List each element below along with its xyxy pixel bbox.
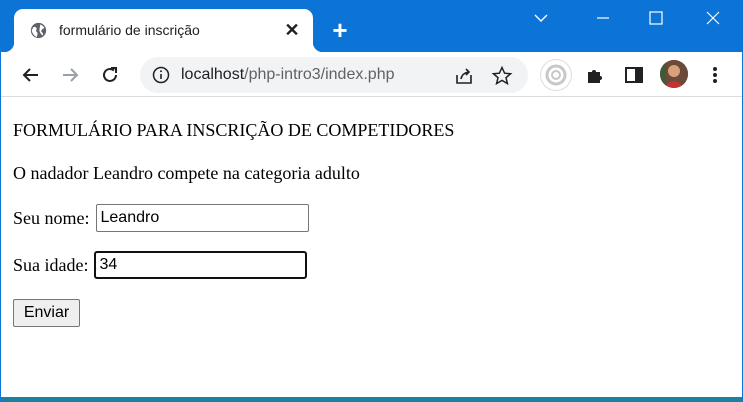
back-icon[interactable]	[20, 64, 42, 86]
browser-toolbar: localhost/php-intro3/index.php	[1, 52, 742, 97]
result-message: O nadador Leandro compete na categoria a…	[13, 163, 360, 183]
plus-icon[interactable]: +	[328, 17, 352, 43]
minimize-icon[interactable]	[593, 8, 613, 28]
url-text: localhost/php-intro3/index.php	[181, 66, 394, 84]
puzzle-icon[interactable]	[584, 64, 606, 86]
page-content: FORMULÁRIO PARA INSCRIÇÃO DE COMPETIDORE…	[1, 98, 742, 398]
url-path: /php-intro3/index.php	[244, 66, 395, 83]
close-icon[interactable]: ✕	[282, 20, 302, 40]
name-label: Seu nome:	[13, 207, 90, 228]
browser-window: formulário de inscrição ✕ + localhost/ph…	[0, 0, 743, 402]
forward-icon[interactable]	[59, 64, 81, 86]
info-icon[interactable]	[152, 66, 170, 84]
submit-button[interactable]: Enviar	[13, 299, 80, 327]
chevron-down-icon[interactable]	[531, 8, 551, 28]
avatar[interactable]	[660, 60, 688, 88]
name-input[interactable]	[95, 204, 309, 232]
address-bar[interactable]: localhost/php-intro3/index.php	[140, 57, 528, 93]
age-input[interactable]	[94, 251, 308, 279]
close-window-icon[interactable]	[703, 8, 723, 28]
globe-icon	[30, 22, 47, 39]
page-title: FORMULÁRIO PARA INSCRIÇÃO DE COMPETIDORE…	[13, 120, 455, 140]
tab-active[interactable]: formulário de inscrição ✕	[4, 9, 323, 52]
menu-icon[interactable]	[704, 64, 726, 86]
url-host: localhost	[181, 66, 245, 83]
tab-title: formulário de inscrição	[59, 22, 200, 38]
maximize-icon[interactable]	[646, 8, 666, 28]
window-bottom-edge	[1, 397, 742, 402]
extension-ring-icon[interactable]	[541, 60, 571, 90]
age-label: Sua idade:	[13, 254, 89, 275]
name-row: Seu nome:	[13, 204, 309, 232]
star-icon[interactable]	[491, 65, 513, 87]
side-panel-icon[interactable]	[623, 64, 645, 86]
tab-strip: formulário de inscrição ✕ +	[1, 0, 742, 52]
reload-icon[interactable]	[99, 64, 121, 86]
age-row: Sua idade:	[13, 251, 308, 279]
share-icon[interactable]	[453, 65, 475, 87]
